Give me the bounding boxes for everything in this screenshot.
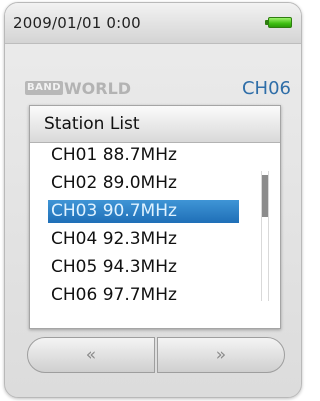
station-item-selected[interactable]: CH03 90.7MHz — [48, 200, 239, 223]
station-item[interactable]: CH06 97.7MHz — [48, 284, 239, 307]
status-bar: 2009/01/01 0:00 — [5, 3, 301, 44]
date-time: 2009/01/01 0:00 — [13, 14, 141, 32]
scrollbar-thumb[interactable] — [262, 175, 268, 217]
next-button[interactable]: » — [157, 337, 285, 373]
battery-full-icon — [265, 17, 292, 28]
band-name: WORLD — [64, 79, 132, 98]
current-channel: CH06 — [241, 78, 291, 99]
double-chevron-right-icon: » — [215, 345, 227, 365]
station-item[interactable]: CH04 92.3MHz — [48, 228, 239, 251]
previous-button[interactable]: « — [27, 337, 155, 373]
station-list-dialog: Station List CH01 88.7MHz CH02 89.0MHz C… — [29, 105, 281, 329]
band-row: BAND WORLD CH06 — [5, 78, 301, 101]
band-badge: BAND — [25, 81, 64, 95]
station-item[interactable]: CH05 94.3MHz — [48, 256, 239, 279]
device-screen: 2009/01/01 0:00 BAND WORLD CH06 Station … — [4, 2, 302, 398]
dialog-title: Station List — [44, 114, 140, 134]
station-item[interactable]: CH02 89.0MHz — [48, 172, 239, 195]
station-item[interactable]: CH01 88.7MHz — [48, 144, 239, 167]
dialog-title-bar: Station List — [30, 106, 280, 143]
double-chevron-left-icon: « — [85, 345, 97, 365]
navigation-buttons: « » — [27, 337, 285, 373]
list-scrollbar[interactable] — [261, 171, 269, 301]
